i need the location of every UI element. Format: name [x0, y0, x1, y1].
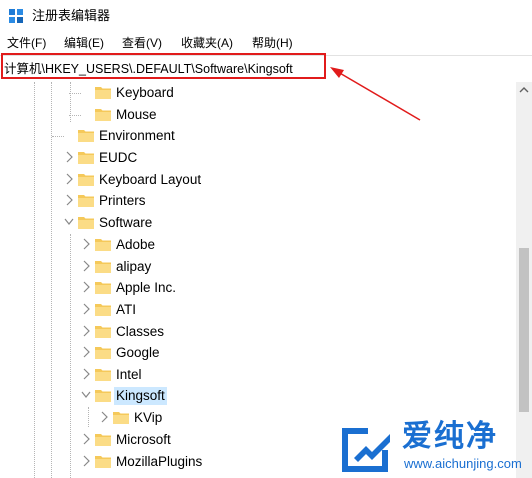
folder-icon: [95, 87, 111, 99]
tree-item[interactable]: Environment: [0, 125, 516, 147]
tree-item-label: KVip: [134, 410, 163, 425]
tree-item[interactable]: EUDC: [0, 147, 516, 169]
tree-connector: [69, 115, 81, 116]
tree-item[interactable]: Software: [0, 212, 516, 234]
tree-item-label: MozillaPlugins: [116, 454, 203, 469]
chevron-right-icon[interactable]: [64, 150, 74, 164]
tree-item-label: Software: [99, 215, 153, 230]
tree-item-label: EUDC: [99, 150, 138, 165]
watermark-site: www.aichunjing.com: [404, 456, 522, 471]
tree-item-label: Google: [116, 345, 160, 360]
tree-item-label: ATI: [116, 302, 136, 317]
window-title: 注册表编辑器: [32, 8, 111, 23]
tree-item[interactable]: Google: [0, 342, 516, 364]
tree-connector: [69, 93, 81, 94]
chevron-right-icon[interactable]: [81, 367, 91, 381]
tree-item-label: Kingsoft: [114, 387, 167, 405]
folder-icon: [95, 261, 111, 273]
folder-icon: [95, 390, 111, 402]
tree-item-label: Keyboard Layout: [99, 172, 202, 187]
tree-item[interactable]: Keyboard: [0, 82, 516, 104]
chevron-right-icon[interactable]: [64, 172, 74, 186]
chevron-right-icon[interactable]: [99, 410, 109, 424]
vertical-scrollbar[interactable]: [516, 82, 532, 478]
tree-item-label: alipay: [116, 259, 152, 274]
folder-icon: [95, 369, 111, 381]
tree-item-label: Printers: [99, 193, 146, 208]
tree-item[interactable]: Intel: [0, 364, 516, 386]
tree-item[interactable]: Apple Inc.: [0, 277, 516, 299]
tree-item-label: Mouse: [116, 107, 157, 122]
chevron-right-icon[interactable]: [81, 302, 91, 316]
scroll-thumb[interactable]: [519, 248, 529, 412]
tree-connector: [52, 136, 64, 137]
address-bar[interactable]: 计算机\HKEY_USERS\.DEFAULT\Software\Kingsof…: [0, 55, 532, 83]
chevron-right-icon[interactable]: [81, 259, 91, 273]
tree-item[interactable]: Printers: [0, 190, 516, 212]
folder-icon: [95, 109, 111, 121]
registry-editor-icon: [9, 9, 23, 23]
folder-icon: [78, 152, 94, 164]
tree-item[interactable]: alipay: [0, 256, 516, 278]
tree-item-label: Apple Inc.: [116, 280, 177, 295]
tree-item[interactable]: Classes: [0, 321, 516, 343]
menu-edit[interactable]: 编辑(E): [64, 35, 104, 51]
menu-favorites[interactable]: 收藏夹(A): [181, 35, 233, 51]
folder-icon: [95, 239, 111, 251]
chevron-right-icon[interactable]: [81, 454, 91, 468]
watermark-name: 爱纯净: [402, 420, 498, 453]
tree-item[interactable]: Keyboard Layout: [0, 169, 516, 191]
tree-item-label: Keyboard: [116, 85, 174, 100]
folder-icon: [78, 217, 94, 229]
tree-item-label: Classes: [116, 324, 165, 339]
tree-item[interactable]: Kingsoft: [0, 385, 516, 407]
chevron-right-icon[interactable]: [81, 237, 91, 251]
folder-icon: [95, 304, 111, 316]
aichunjing-logo-icon: [342, 428, 390, 472]
chevron-right-icon[interactable]: [81, 345, 91, 359]
menu-view[interactable]: 查看(V): [122, 35, 162, 51]
menu-help[interactable]: 帮助(H): [252, 35, 293, 51]
tree-item-label: Environment: [99, 128, 175, 143]
tree-item-label: Microsoft: [116, 432, 171, 447]
folder-icon: [78, 195, 94, 207]
tree-item[interactable]: ATI: [0, 299, 516, 321]
menu-bar: 文件(F) 编辑(E) 查看(V) 收藏夹(A) 帮助(H): [0, 32, 532, 54]
tree-item[interactable]: Adobe: [0, 234, 516, 256]
tree-item[interactable]: Mouse: [0, 104, 516, 126]
chevron-right-icon[interactable]: [81, 324, 91, 338]
folder-icon: [78, 130, 94, 142]
scroll-up-arrow-icon[interactable]: [516, 82, 532, 98]
registry-tree[interactable]: Keyboard Mouse Environment EUDC Keyboard Lay…: [0, 82, 516, 478]
chevron-down-icon[interactable]: [64, 215, 74, 229]
address-path[interactable]: 计算机\HKEY_USERS\.DEFAULT\Software\Kingsof…: [4, 61, 293, 77]
watermark: 爱纯净 www.aichunjing.com: [330, 420, 532, 478]
chevron-down-icon[interactable]: [81, 388, 91, 402]
menu-file[interactable]: 文件(F): [7, 35, 46, 51]
folder-icon: [95, 282, 111, 294]
folder-icon: [95, 434, 111, 446]
folder-icon: [95, 347, 111, 359]
tree-item-label: Intel: [116, 367, 142, 382]
folder-icon: [95, 456, 111, 468]
title-bar: 注册表编辑器: [0, 0, 532, 32]
chevron-right-icon[interactable]: [81, 280, 91, 294]
chevron-right-icon[interactable]: [81, 432, 91, 446]
folder-icon: [95, 326, 111, 338]
tree-item-label: Adobe: [116, 237, 156, 252]
folder-icon: [78, 174, 94, 186]
folder-icon: [113, 412, 129, 424]
chevron-right-icon[interactable]: [64, 193, 74, 207]
